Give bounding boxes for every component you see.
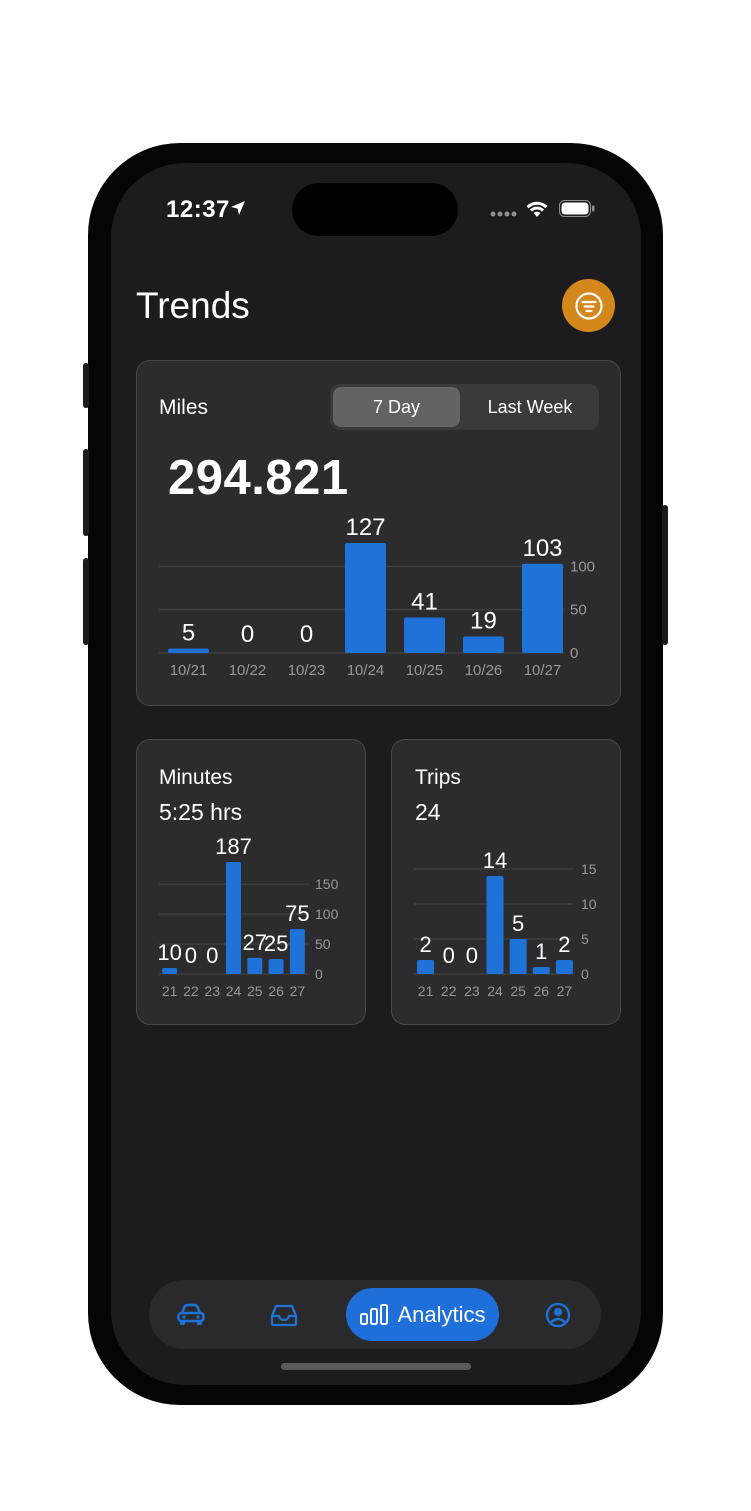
y-tick-label: 0	[570, 645, 578, 662]
y-tick-label: 5	[581, 931, 589, 947]
bar-value-label: 10	[157, 940, 181, 965]
wifi-icon	[526, 201, 548, 217]
bar-chart-icon	[360, 1303, 389, 1325]
volume-up-button	[83, 449, 89, 536]
minutes-bar-chart: 050100150102102202318724272525267527	[157, 834, 339, 999]
trips-card: Trips 24 0 5 10 15 2 21 0 22 0 23 14 24 5 25 1 26 2 27	[391, 739, 621, 1025]
tab-analytics[interactable]: Analytics	[346, 1288, 499, 1341]
bar	[486, 876, 504, 974]
page-title: Trends	[136, 285, 250, 326]
bar	[162, 968, 178, 974]
x-tick-label: 10/22	[229, 662, 267, 679]
x-tick-label: 26	[268, 983, 284, 999]
home-indicator	[281, 1363, 471, 1370]
battery-icon	[559, 200, 595, 217]
bar-value-label: 187	[215, 834, 252, 859]
bar-value-label: 14	[483, 848, 507, 873]
x-tick-label: 22	[441, 983, 457, 999]
person-circle-icon	[545, 1302, 571, 1328]
tab-bar: Analytics	[149, 1280, 601, 1349]
power-button	[662, 505, 668, 645]
miles-card: Miles 7 Day Last Week 294.821 0 50 100 5 10/…	[136, 360, 621, 706]
x-tick-label: 24	[226, 983, 242, 999]
bar	[168, 648, 209, 653]
x-tick-label: 26	[533, 983, 549, 999]
bar	[522, 563, 563, 653]
bar-value-label: 0	[185, 943, 197, 968]
bar	[289, 929, 305, 974]
status-time: 12:37	[166, 196, 230, 223]
bar-value-label: 5	[182, 620, 195, 647]
bar-value-label: 2	[558, 932, 570, 957]
minutes-card: Minutes 5:25 hrs 0 50 100 150 10 21 0 22 0 23 187 2…	[136, 739, 366, 1025]
bar-value-label: 0	[443, 943, 455, 968]
bar	[555, 960, 573, 974]
miles-bar-chart: 0 50 100 5 10/21 0 10/22 0 10/23 127 10/24 41 10/25 1…	[159, 514, 595, 679]
x-tick-label: 21	[162, 983, 178, 999]
bar-value-label: 19	[470, 608, 497, 635]
y-tick-label: 10	[581, 896, 597, 912]
bar-value-label: 75	[285, 901, 309, 926]
bar	[226, 862, 241, 974]
y-tick-label: 0	[581, 966, 589, 982]
y-tick-label: 50	[570, 602, 587, 619]
x-tick-label: 24	[487, 983, 503, 999]
cellular-signal-icon	[490, 211, 517, 217]
y-tick-label: 0	[315, 966, 323, 982]
bar-value-label: 0	[241, 621, 254, 648]
y-tick-label: 15	[581, 861, 597, 877]
tab-inbox[interactable]	[268, 1300, 300, 1330]
tab-profile[interactable]	[542, 1300, 574, 1330]
x-tick-label: 10/26	[465, 662, 503, 679]
bar	[404, 617, 445, 653]
bar	[268, 959, 284, 974]
x-tick-label: 21	[418, 983, 434, 999]
y-tick-label: 150	[315, 876, 339, 892]
bar-value-label: 0	[206, 943, 218, 968]
bar	[532, 967, 550, 974]
x-tick-label: 10/24	[347, 662, 385, 679]
bar	[463, 636, 504, 653]
dynamic-island	[292, 183, 458, 236]
bar-value-label: 2	[419, 932, 431, 957]
filter-icon	[574, 291, 603, 320]
mute-switch	[83, 363, 89, 408]
tab-trips[interactable]	[175, 1300, 207, 1330]
bar-value-label: 41	[411, 588, 438, 615]
bar	[417, 960, 435, 974]
x-tick-label: 25	[247, 983, 263, 999]
bar-value-label: 1	[535, 939, 547, 964]
bar-value-label: 5	[512, 911, 524, 936]
tab-analytics-label: Analytics	[397, 1301, 486, 1327]
x-tick-label: 22	[183, 983, 199, 999]
y-tick-label: 100	[570, 558, 595, 575]
filter-button[interactable]	[562, 279, 615, 332]
bar-value-label: 25	[264, 931, 288, 956]
x-tick-label: 10/25	[406, 662, 444, 679]
bar-value-label: 0	[300, 621, 313, 648]
x-tick-label: 23	[204, 983, 220, 999]
bar-value-label: 103	[522, 535, 562, 562]
bar	[345, 543, 386, 653]
car-icon	[177, 1303, 205, 1325]
x-tick-label: 10/27	[524, 662, 562, 679]
x-tick-label: 10/23	[288, 662, 326, 679]
location-arrow-icon	[231, 201, 245, 215]
bar	[509, 939, 527, 974]
y-tick-label: 50	[315, 936, 331, 952]
volume-down-button	[83, 558, 89, 645]
trips-bar-chart: 0 5 10 15 2 21 0 22 0 23 14 24 5 25 1 26 2 27	[414, 848, 597, 999]
x-tick-label: 27	[557, 983, 573, 999]
x-tick-label: 23	[464, 983, 480, 999]
x-tick-label: 27	[290, 983, 306, 999]
bar-value-label: 127	[345, 514, 385, 541]
bar-value-label: 0	[466, 943, 478, 968]
x-tick-label: 10/21	[170, 662, 208, 679]
inbox-tray-icon	[270, 1304, 298, 1327]
y-tick-label: 100	[315, 906, 339, 922]
x-tick-label: 25	[510, 983, 526, 999]
app-screen: 12:37 Trends Miles 7 Day Last Week 294.8…	[111, 163, 641, 1385]
bar	[247, 957, 263, 974]
